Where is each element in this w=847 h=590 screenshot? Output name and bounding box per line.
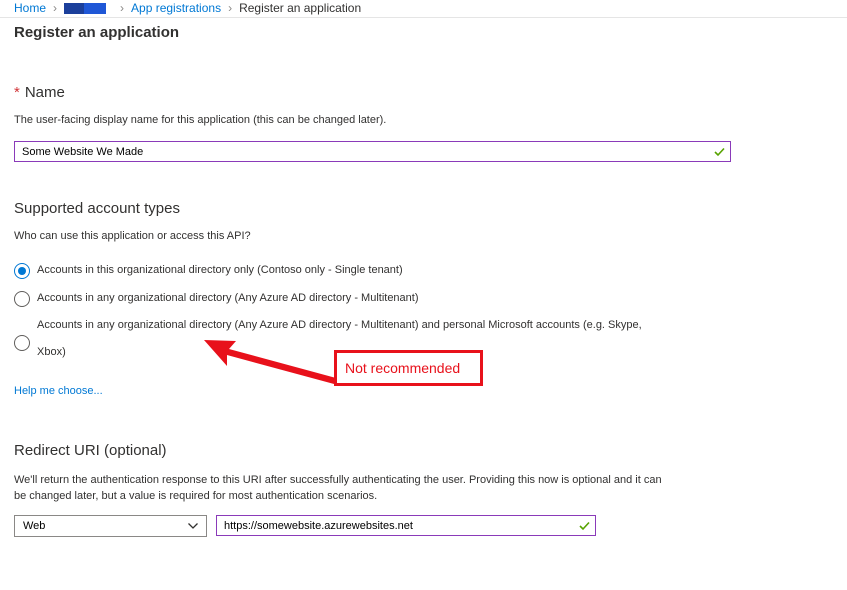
chevron-down-icon bbox=[188, 523, 198, 529]
radio-unselected[interactable] bbox=[14, 335, 30, 351]
redacted-breadcrumb-item[interactable] bbox=[64, 2, 107, 14]
breadcrumb-current: Register an application bbox=[239, 1, 362, 15]
redirect-uri-input[interactable]: https://somewebsite.azurewebsites.net bbox=[216, 515, 596, 536]
name-section-title: * Name bbox=[14, 84, 65, 101]
account-type-option-multitenant[interactable]: Accounts in any organizational directory… bbox=[14, 291, 419, 307]
platform-select-value: Web bbox=[23, 520, 46, 532]
checkmark-icon bbox=[579, 521, 590, 530]
help-me-choose-link[interactable]: Help me choose... bbox=[14, 385, 103, 397]
chevron-right-icon: › bbox=[120, 1, 125, 15]
required-marker: * bbox=[14, 84, 20, 101]
breadcrumb-app-registrations-link[interactable]: App registrations bbox=[131, 1, 221, 15]
account-types-question: Who can use this application or access t… bbox=[14, 230, 251, 242]
radio-selected[interactable] bbox=[14, 263, 30, 279]
page-title: Register an application bbox=[14, 24, 180, 41]
breadcrumb: Home › › App registrations › Register an… bbox=[14, 0, 361, 16]
redirect-uri-title: Redirect URI (optional) bbox=[14, 442, 167, 459]
chevron-right-icon: › bbox=[228, 1, 233, 15]
option-label: Accounts in any organizational directory… bbox=[37, 292, 419, 304]
redirect-uri-value: https://somewebsite.azurewebsites.net bbox=[224, 519, 413, 532]
redirect-description-line2: be changed later, but a value is require… bbox=[14, 490, 378, 502]
option-label: Accounts in this organizational director… bbox=[37, 264, 403, 276]
annotation-arrow-icon bbox=[204, 340, 336, 384]
chevron-right-icon: › bbox=[53, 1, 58, 15]
redirect-description: We'll return the authentication response… bbox=[14, 472, 662, 504]
checkmark-icon bbox=[714, 147, 725, 156]
account-types-title: Supported account types bbox=[14, 200, 180, 217]
name-input-value: Some Website We Made bbox=[22, 145, 144, 158]
platform-select[interactable]: Web bbox=[14, 515, 207, 537]
name-section-label: Name bbox=[24, 84, 65, 101]
header-divider bbox=[0, 17, 847, 18]
radio-unselected[interactable] bbox=[14, 291, 30, 307]
redirect-description-line1: We'll return the authentication response… bbox=[14, 474, 662, 486]
option-label-line2: Xbox) bbox=[37, 346, 66, 358]
name-input[interactable]: Some Website We Made bbox=[14, 141, 731, 162]
breadcrumb-home-link[interactable]: Home bbox=[14, 1, 46, 15]
not-recommended-callout: Not recommended bbox=[334, 350, 483, 386]
account-type-option-single-tenant[interactable]: Accounts in this organizational director… bbox=[14, 263, 403, 279]
name-description: The user-facing display name for this ap… bbox=[14, 114, 387, 126]
